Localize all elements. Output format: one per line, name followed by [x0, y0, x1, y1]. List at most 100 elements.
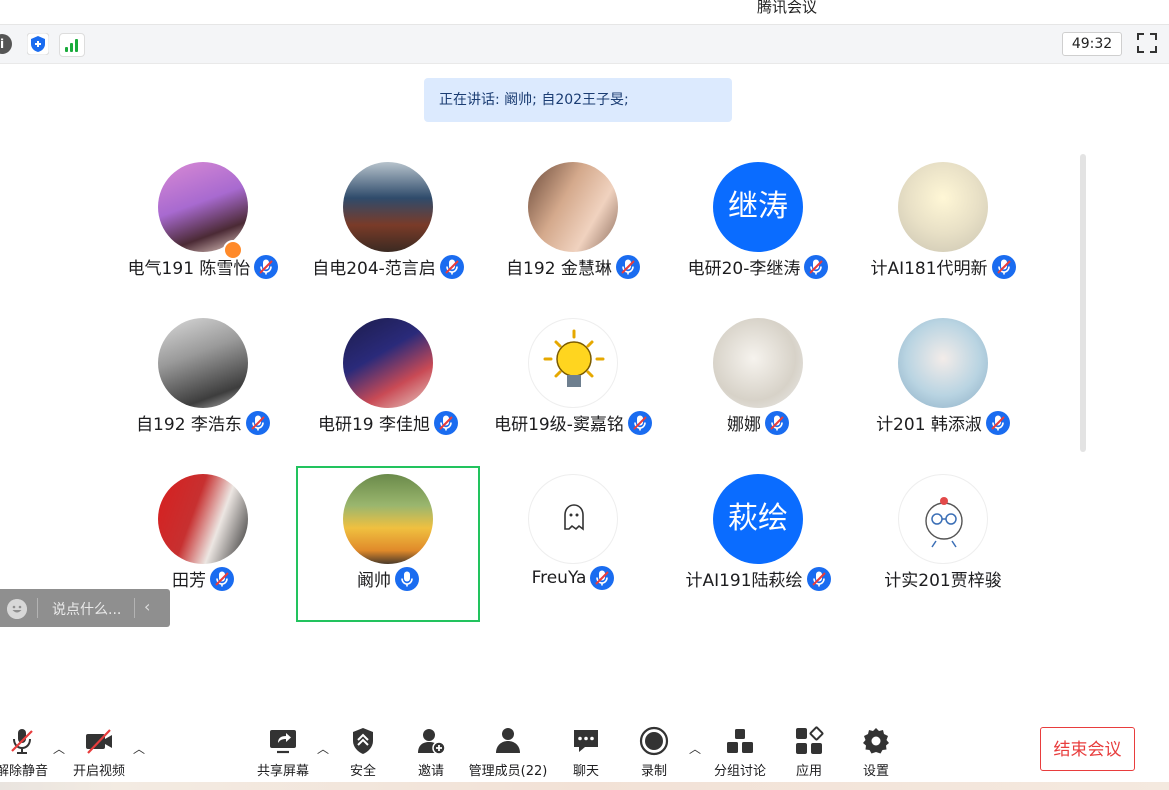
apps-icon — [796, 726, 824, 754]
ghost-icon — [564, 504, 584, 531]
info-icon[interactable]: i — [0, 34, 12, 54]
apps-label: 应用 — [795, 764, 822, 779]
participant-tile[interactable]: FreuYa — [481, 466, 665, 622]
avatar — [898, 318, 988, 408]
participant-name: 自电204-范言启 — [312, 259, 436, 279]
breakout-rooms-button[interactable]: 分组讨论 — [708, 718, 772, 782]
chat-placeholder[interactable]: 说点什么... — [52, 599, 121, 619]
participant-name: 阚帅 — [357, 571, 391, 591]
video-off-icon — [86, 729, 112, 754]
mic-muted-icon — [210, 567, 234, 591]
divider — [134, 598, 135, 618]
manage-members-button[interactable]: 管理成员(22) — [466, 718, 550, 782]
avatar — [528, 474, 618, 564]
mic-muted-icon — [616, 255, 640, 279]
security-icon — [353, 728, 373, 754]
avatar — [343, 474, 433, 564]
participant-tile[interactable]: 萩绘 计AI191陆萩绘 — [666, 466, 850, 622]
participant-name: 电研20-李继涛 — [687, 259, 801, 279]
unmute-button[interactable]: 解除静音 — [0, 718, 52, 782]
mic-muted-icon — [992, 255, 1016, 279]
start-video-button[interactable]: 开启视频 — [68, 718, 130, 782]
participant-name: 田芳 — [172, 571, 206, 591]
unmute-label: 解除静音 — [0, 764, 48, 779]
app-title: 腾讯会议 — [757, 0, 818, 16]
avatar — [713, 318, 803, 408]
divider — [37, 598, 38, 618]
participant-name: 电研19 李佳旭 — [317, 415, 431, 435]
cartoon-avatar-icon — [925, 497, 963, 548]
settings-button[interactable]: 设置 — [848, 718, 904, 782]
participant-name: 电研19级-窦嘉铭 — [494, 415, 624, 435]
settings-label: 设置 — [862, 764, 889, 779]
avatar — [158, 318, 248, 408]
participant-name: 计实201贾梓骏 — [884, 571, 1002, 591]
record-label: 录制 — [640, 764, 667, 779]
participant-name: 计201 韩添淑 — [876, 415, 982, 435]
chevron-up-icon[interactable]: ︿ — [689, 740, 701, 757]
chevron-left-icon[interactable]: ‹ — [144, 597, 150, 616]
shield-icon[interactable] — [27, 33, 49, 55]
mic-muted-icon — [807, 567, 831, 591]
security-button[interactable]: 安全 — [335, 718, 391, 782]
participant-tile[interactable]: 自192 李浩东 — [111, 310, 295, 466]
mic-muted-icon — [590, 566, 614, 590]
chat-input-pill[interactable]: 说点什么... ‹ — [0, 589, 170, 627]
end-meeting-button[interactable]: 结束会议 — [1040, 727, 1135, 771]
avatar — [158, 474, 248, 564]
participant-tile[interactable]: 自电204-范言启 — [296, 154, 480, 310]
members-icon — [496, 728, 520, 753]
participant-tile[interactable]: 自192 金慧琳 — [481, 154, 665, 310]
participant-tile[interactable]: 电研19级-窦嘉铭 — [481, 310, 665, 466]
avatar — [158, 162, 248, 252]
participant-tile[interactable]: 电气191 陈雪怡 — [111, 154, 295, 310]
mic-muted-icon — [246, 411, 270, 435]
title-bar: 腾讯会议 — [0, 0, 1169, 22]
invite-label: 邀请 — [417, 764, 444, 779]
chevron-up-icon[interactable]: ︿ — [317, 740, 329, 757]
top-toolbar: i 49:32 — [0, 24, 1169, 64]
participant-tile[interactable]: 计实201贾梓骏 — [851, 466, 1035, 622]
speaking-banner: 正在讲话: 阚帅; 自202王子旻; — [424, 78, 732, 122]
breakout-rooms-label: 分组讨论 — [713, 764, 766, 779]
participant-tile[interactable]: 继涛 电研20-李继涛 — [666, 154, 850, 310]
chevron-up-icon[interactable]: ︿ — [133, 740, 145, 757]
record-button[interactable]: 录制 — [626, 718, 682, 782]
avatar — [343, 318, 433, 408]
participant-name: 娜娜 — [727, 415, 761, 435]
chevron-up-icon[interactable]: ︿ — [53, 740, 65, 757]
mic-muted-icon — [628, 411, 652, 435]
avatar — [343, 162, 433, 252]
avatar-initials: 继涛 — [728, 189, 788, 224]
meeting-timer: 49:32 — [1062, 32, 1122, 56]
fullscreen-icon[interactable] — [1136, 32, 1158, 54]
breakout-icon — [727, 729, 753, 753]
avatar-initials: 萩绘 — [728, 501, 788, 536]
participant-name: FreuYa — [531, 568, 587, 588]
bottom-toolbar: 解除静音 ︿ 开启视频 ︿ 共享屏幕 ︿ 安全 邀请 管理成员(22) 聊天 录… — [0, 718, 1169, 782]
participant-tile[interactable]: 计201 韩添淑 — [851, 310, 1035, 466]
manage-members-label: 管理成员(22) — [468, 764, 548, 779]
share-screen-button[interactable]: 共享屏幕 — [252, 718, 314, 782]
invite-button[interactable]: 邀请 — [403, 718, 459, 782]
lightbulb-icon — [543, 329, 605, 387]
signal-icon[interactable] — [59, 33, 85, 57]
mic-muted-icon — [804, 255, 828, 279]
chat-button[interactable]: 聊天 — [558, 718, 614, 782]
participant-tile-speaking[interactable]: 阚帅 — [296, 466, 480, 622]
avatar — [898, 162, 988, 252]
emoji-icon[interactable] — [7, 599, 27, 619]
participant-tile[interactable]: 电研19 李佳旭 — [296, 310, 480, 466]
mic-active-icon — [395, 567, 419, 591]
avatar — [528, 162, 618, 252]
participant-tile[interactable]: 娜娜 — [666, 310, 850, 466]
participant-scrollbar[interactable] — [1080, 154, 1086, 452]
apps-button[interactable]: 应用 — [781, 718, 837, 782]
mic-muted-icon — [440, 255, 464, 279]
participant-tile[interactable]: 计AI181代明新 — [851, 154, 1035, 310]
start-video-label: 开启视频 — [72, 764, 125, 779]
share-screen-label: 共享屏幕 — [256, 764, 309, 779]
mic-off-icon — [11, 729, 33, 754]
participant-name: 计AI191陆萩绘 — [685, 571, 803, 591]
avatar: 继涛 — [713, 162, 803, 252]
